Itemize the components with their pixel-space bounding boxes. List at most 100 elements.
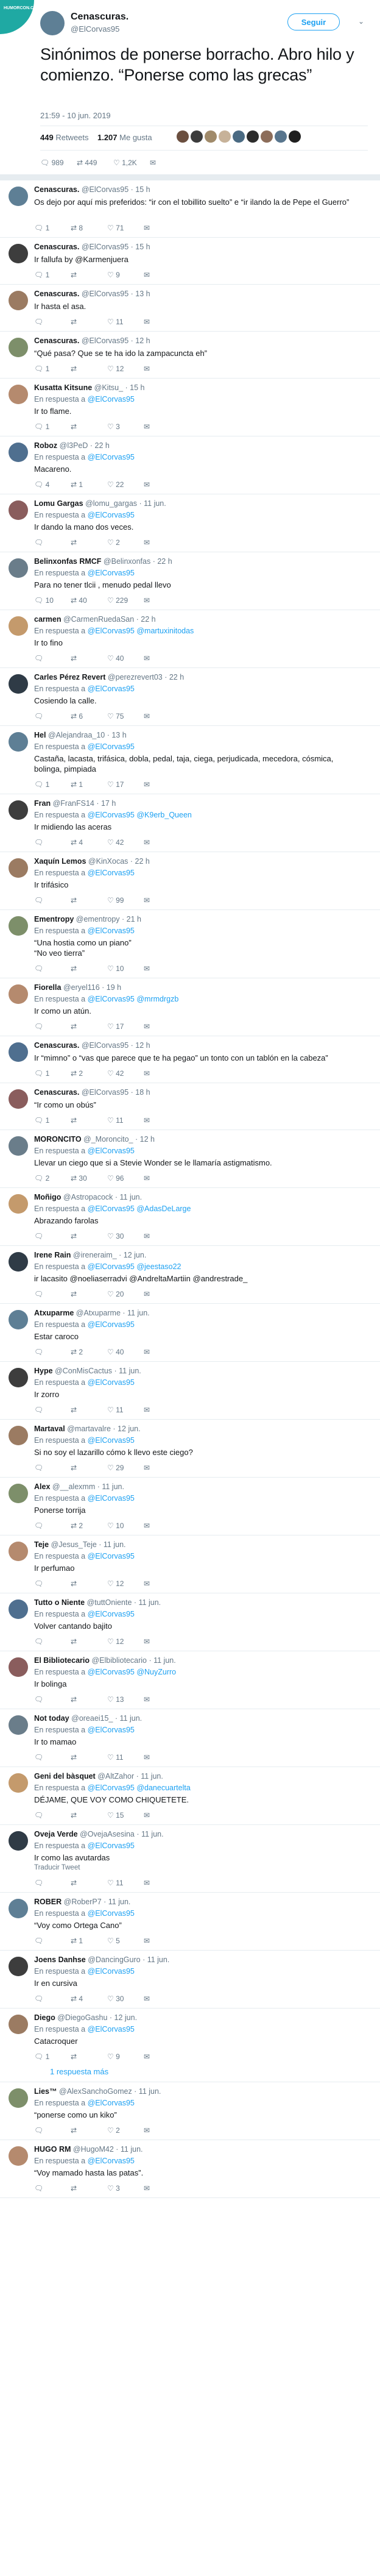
reply-button[interactable]: 🗨 [34, 538, 43, 547]
reply-author-name[interactable]: Joens Danhse [34, 1955, 86, 1964]
reply-author-handle[interactable]: @DiegoGashu · 12 jun. [57, 2013, 137, 2022]
reply-mention-link[interactable]: @ElCorvas95 [88, 453, 135, 461]
retweet-button[interactable]: ⇄ [71, 1753, 77, 1762]
reply-author-name[interactable]: Diego [34, 2013, 55, 2022]
like-count[interactable]: 1.207 [97, 133, 118, 142]
reply-button[interactable]: 🗨 1 [34, 365, 49, 373]
reply-author-handle[interactable]: @l3PeD · 22 h [60, 441, 110, 450]
author-handle[interactable]: @ElCorvas95 [71, 24, 119, 34]
retweet-button[interactable]: ⇄ [71, 2184, 77, 2193]
reply-button[interactable]: 🗨 [34, 964, 43, 973]
reply-mention-link[interactable]: @ElCorvas95 [88, 1552, 135, 1560]
reply-author-handle[interactable]: @DancingGuro · 11 jun. [88, 1955, 169, 1964]
reply-author-handle[interactable]: @ElCorvas95 · 12 h [82, 336, 150, 345]
liker-avatars[interactable] [177, 130, 303, 146]
avatar[interactable] [9, 1831, 28, 1851]
like-button[interactable]: ♡ 71 [107, 224, 124, 232]
retweet-button[interactable]: ⇄ 2 [71, 1069, 83, 1078]
reply-author-name[interactable]: HUGO RM [34, 2145, 71, 2154]
like-button[interactable]: ♡ 13 [107, 1695, 124, 1704]
share-icon[interactable]: ✉ [144, 1879, 150, 1887]
reply-button[interactable]: 🗨 [34, 318, 43, 326]
retweet-button[interactable]: ⇄ [71, 1579, 77, 1588]
retweet-button[interactable]: ⇄ [71, 2126, 77, 2135]
reply-mention-link[interactable]: @ElCorvas95 [88, 927, 135, 935]
reply-author-name[interactable]: Cenascuras. [34, 185, 79, 194]
reply-author-handle[interactable]: @Elbibliotecario · 11 jun. [91, 1656, 175, 1665]
share-icon[interactable]: ✉ [144, 596, 150, 605]
retweet-button[interactable]: ⇄ [71, 1022, 77, 1031]
share-icon[interactable]: ✉ [144, 896, 150, 905]
tweet-timestamp[interactable]: 21:59 - 10 jun. 2019 [40, 111, 111, 120]
retweet-button[interactable]: ⇄ 4 [71, 838, 83, 847]
reply-author-name[interactable]: carmen [34, 615, 61, 624]
reply-mention-link[interactable]: @ElCorvas95 [88, 2099, 135, 2107]
like-button[interactable]: ♡ 17 [107, 1022, 124, 1031]
reply-button[interactable]: 🗨 [34, 2126, 43, 2135]
share-icon[interactable]: ✉ [144, 1579, 150, 1588]
like-button[interactable]: ♡ 12 [107, 365, 124, 373]
reply-author-handle[interactable]: @Kitsu_ · 15 h [94, 383, 145, 392]
share-icon[interactable]: ✉ [144, 422, 150, 431]
avatar[interactable] [9, 1542, 28, 1561]
reply-author-handle[interactable]: @RoberP7 · 11 jun. [64, 1898, 131, 1906]
reply-mention-link[interactable]: @ElCorvas95 [88, 742, 135, 751]
reply-author-handle[interactable]: @__alexmm · 11 jun. [52, 1482, 124, 1491]
reply-button[interactable]: 🗨 [34, 1637, 43, 1646]
reply-author-name[interactable]: Cenascuras. [34, 243, 79, 251]
avatar[interactable] [9, 732, 28, 752]
show-more-replies-link[interactable]: 1 respuesta más [50, 2067, 108, 2076]
reply-button[interactable]: 🗨 4 [34, 480, 49, 489]
share-icon[interactable]: ✉ [144, 318, 150, 326]
reply-author-name[interactable]: Cenascuras. [34, 1088, 79, 1097]
reply-mention-link[interactable]: @ElCorvas95 [88, 1378, 135, 1387]
avatar[interactable] [9, 1773, 28, 1793]
share-icon[interactable]: ✉ [144, 1753, 150, 1762]
reply-author-handle[interactable]: @ElCorvas95 · 12 h [82, 1041, 150, 1050]
reply-mention-link[interactable]: @ElCorvas95 [88, 1909, 135, 1918]
retweet-button[interactable]: ⇄ 1 [71, 480, 83, 489]
like-button[interactable]: ♡ 5 [107, 1937, 120, 1945]
reply-author-handle[interactable]: @eryel116 · 19 h [63, 983, 121, 992]
reply-button[interactable]: 🗨 [34, 838, 43, 847]
reply-mention-link[interactable]: @ElCorvas95 [88, 511, 135, 519]
like-button[interactable]: ♡ 15 [107, 1811, 124, 1820]
reply-author-handle[interactable]: @ElCorvas95 · 13 h [82, 290, 150, 298]
reply-mention-link[interactable]: @ElCorvas95 @mrmdrgzb [88, 995, 179, 1003]
reply-button[interactable]: 🗨 [34, 654, 43, 663]
reply-button[interactable]: 🗨 [34, 1879, 43, 1887]
reply-mention-link[interactable]: @ElCorvas95 [88, 1436, 135, 1445]
like-button[interactable]: ♡ 11 [107, 1753, 124, 1762]
reply-button[interactable]: 🗨 [34, 712, 43, 720]
avatar[interactable] [9, 1899, 28, 1918]
retweet-button[interactable]: ⇄ [71, 1116, 77, 1125]
reply-author-name[interactable]: Alex [34, 1482, 50, 1491]
reply-author-name[interactable]: Geni del bàsquet [34, 1772, 96, 1781]
reply-button[interactable]: 🗨 1 [34, 2052, 49, 2061]
avatar[interactable] [9, 1957, 28, 1976]
like-button[interactable]: ♡ 2 [107, 2126, 120, 2135]
reply-mention-link[interactable]: @ElCorvas95 @K9erb_Queen [88, 811, 192, 819]
share-icon[interactable]: ✉ [144, 1116, 150, 1125]
share-icon[interactable]: ✉ [144, 224, 150, 232]
reply-author-name[interactable]: Atxuparme [34, 1309, 74, 1317]
like-button[interactable]: ♡ 99 [107, 896, 124, 905]
retweet-button[interactable]: ⇄ [71, 1811, 77, 1820]
reply-author-handle[interactable]: @OvejaAsesina · 11 jun. [80, 1830, 164, 1838]
like-button[interactable]: ♡ 3 [107, 2184, 120, 2193]
retweet-button[interactable]: ⇄ [71, 896, 77, 905]
reply-button[interactable]: 🗨 [34, 1695, 43, 1704]
reply-button[interactable]: 🗨 [34, 1464, 43, 1472]
reply-author-handle[interactable]: @CarmenRuedaSan · 22 h [63, 615, 156, 624]
reply-mention-link[interactable]: @ElCorvas95 [88, 1494, 135, 1503]
reply-mention-link[interactable]: @ElCorvas95 [88, 685, 135, 693]
retweet-button[interactable]: ⇄ 2 [71, 1521, 83, 1530]
reply-author-name[interactable]: Lomu Gargas [34, 499, 83, 508]
share-icon[interactable]: ✉ [144, 1348, 150, 1356]
share-icon[interactable]: ✉ [144, 838, 150, 847]
avatar[interactable] [9, 984, 28, 1004]
like-button[interactable]: ♡ 40 [107, 654, 124, 663]
reply-author-name[interactable]: Kusatta Kitsune [34, 383, 92, 392]
reply-mention-link[interactable]: @ElCorvas95 [88, 1610, 135, 1618]
like-button[interactable]: ♡ 10 [107, 1521, 124, 1530]
